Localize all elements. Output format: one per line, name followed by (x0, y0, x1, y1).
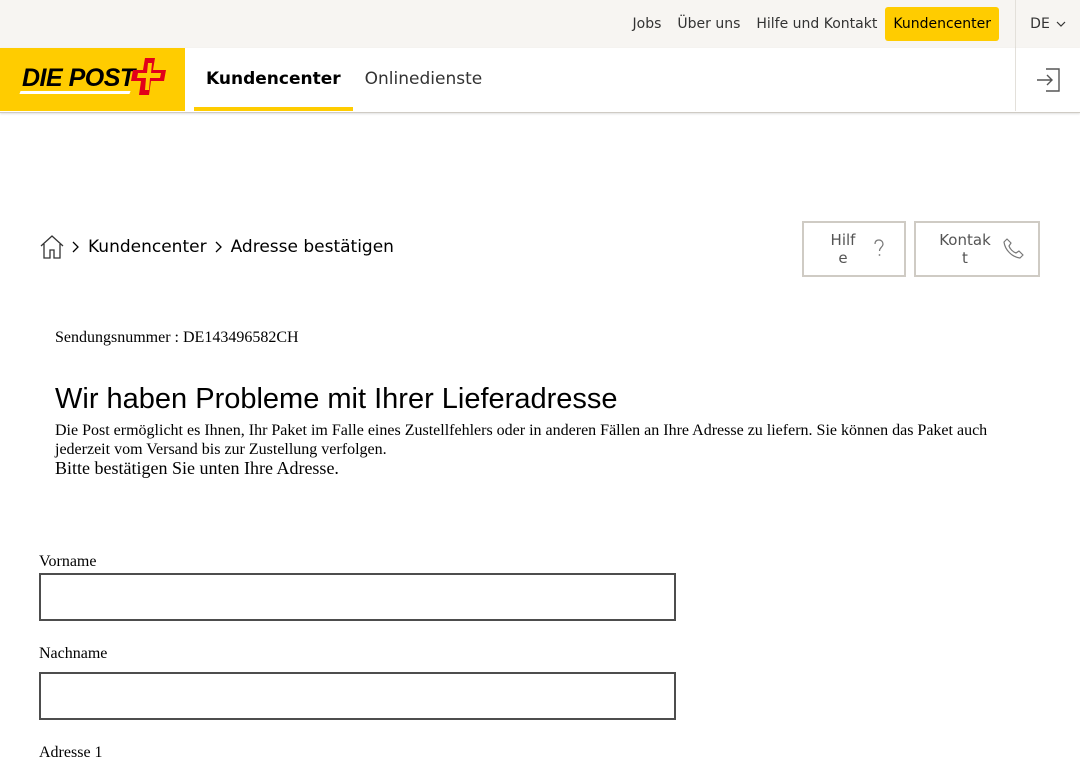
language-label: DE (1030, 16, 1050, 32)
help-button-label: Hilfe (830, 231, 856, 267)
utility-link-help-contact[interactable]: Hilfe und Kontakt (756, 7, 877, 41)
page-title: Wir haben Probleme mit Ihrer Lieferadres… (55, 383, 618, 415)
chevron-right-icon (72, 241, 79, 253)
die-post-logo[interactable]: DIE POST (0, 48, 185, 111)
language-selector[interactable]: DE (1015, 0, 1080, 48)
firstname-label: Vorname (39, 553, 97, 570)
logo-stripe (19, 91, 131, 94)
utility-link-about[interactable]: Über uns (677, 7, 740, 41)
intro-text: Die Post ermöglicht es Ihnen, Ihr Paket … (55, 422, 988, 458)
confirm-text: Bitte bestätigen Sie unten Ihre Adresse. (55, 458, 339, 478)
breadcrumb: Kundencenter Adresse bestätigen (40, 234, 394, 260)
breadcrumb-item-kundencenter[interactable]: Kundencenter (88, 237, 207, 257)
nav-item-onlinedienste[interactable]: Onlinedienste (353, 48, 495, 111)
breadcrumb-item-current: Adresse bestätigen (230, 237, 394, 257)
swiss-cross-icon (131, 58, 166, 95)
main-header: DIE POST Kundencenter Onlinedienste (0, 48, 1080, 113)
chevron-right-icon (215, 241, 222, 253)
chevron-down-icon (1056, 21, 1066, 27)
tracking-number: Sendungsnummer : DE143496582CH (55, 329, 299, 346)
question-icon (874, 239, 884, 256)
utility-bar: Jobs Über uns Hilfe und Kontakt Kundence… (0, 0, 1080, 48)
help-button[interactable]: Hilfe (802, 221, 906, 277)
lastname-label: Nachname (39, 645, 108, 662)
utility-link-kundencenter[interactable]: Kundencenter (885, 7, 999, 41)
contact-button-label: Kontakt (939, 231, 991, 267)
utility-nav: Jobs Über uns Hilfe und Kontakt Kundence… (633, 7, 999, 41)
logo-text: DIE POST (22, 64, 135, 92)
login-icon (1037, 67, 1060, 92)
address1-label: Adresse 1 (39, 744, 103, 761)
contact-button[interactable]: Kontakt (914, 221, 1040, 277)
main-nav: Kundencenter Onlinedienste (194, 48, 494, 111)
phone-icon (1003, 238, 1024, 259)
utility-link-jobs[interactable]: Jobs (633, 7, 662, 41)
login-button[interactable] (1015, 48, 1080, 111)
home-icon[interactable] (40, 234, 64, 260)
nav-item-kundencenter[interactable]: Kundencenter (194, 48, 353, 111)
firstname-input[interactable] (39, 573, 676, 621)
lastname-input[interactable] (39, 672, 676, 720)
